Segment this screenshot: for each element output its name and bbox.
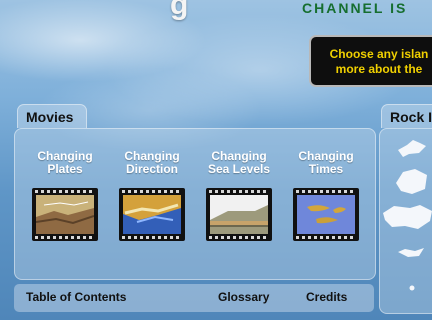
island-shape-5[interactable] xyxy=(408,284,416,292)
direction-thumbnail-image xyxy=(123,195,181,234)
movie-title: Changing Direction xyxy=(124,149,180,176)
movies-tab: Movies xyxy=(17,104,87,128)
callout-line-2: more about the xyxy=(335,62,423,76)
table-of-contents-link[interactable]: Table of Contents xyxy=(26,290,126,304)
island-shape-1[interactable] xyxy=(397,138,427,162)
film-thumbnail[interactable] xyxy=(32,188,98,241)
glossary-link[interactable]: Glossary xyxy=(218,290,269,304)
page-subtitle: CHANNEL IS xyxy=(302,0,408,16)
movie-changing-direction[interactable]: Changing Direction xyxy=(113,150,191,241)
footer-navigation: Table of Contents Glossary Credits xyxy=(14,284,374,312)
movie-changing-plates[interactable]: Changing Plates xyxy=(26,150,104,241)
movie-title: Changing Sea Levels xyxy=(207,149,271,176)
film-thumbnail[interactable] xyxy=(119,188,185,241)
callout-line-1: Choose any islan xyxy=(329,47,429,61)
movie-changing-times[interactable]: Changing Times xyxy=(287,150,365,241)
film-thumbnail[interactable] xyxy=(206,188,272,241)
page-title-fragment: g xyxy=(170,0,189,21)
rock-panel xyxy=(379,128,432,314)
island-shape-3[interactable] xyxy=(382,201,432,237)
movie-title: Changing Plates xyxy=(37,149,93,176)
island-shape-4[interactable] xyxy=(397,243,425,261)
movie-title: Changing Times xyxy=(298,149,354,176)
sea-levels-thumbnail-image xyxy=(210,195,268,234)
times-thumbnail-image xyxy=(297,195,355,234)
plates-thumbnail-image xyxy=(36,195,94,234)
island-instruction-callout: Choose any islan more about the xyxy=(309,35,432,87)
credits-link[interactable]: Credits xyxy=(306,290,347,304)
film-thumbnail[interactable] xyxy=(293,188,359,241)
island-shape-2[interactable] xyxy=(394,165,428,201)
movie-changing-sea-levels[interactable]: Changing Sea Levels xyxy=(200,150,278,241)
rock-panel-tab: Rock I xyxy=(381,104,432,128)
movies-panel: Changing Plates Changing Direction Chang… xyxy=(14,128,376,280)
